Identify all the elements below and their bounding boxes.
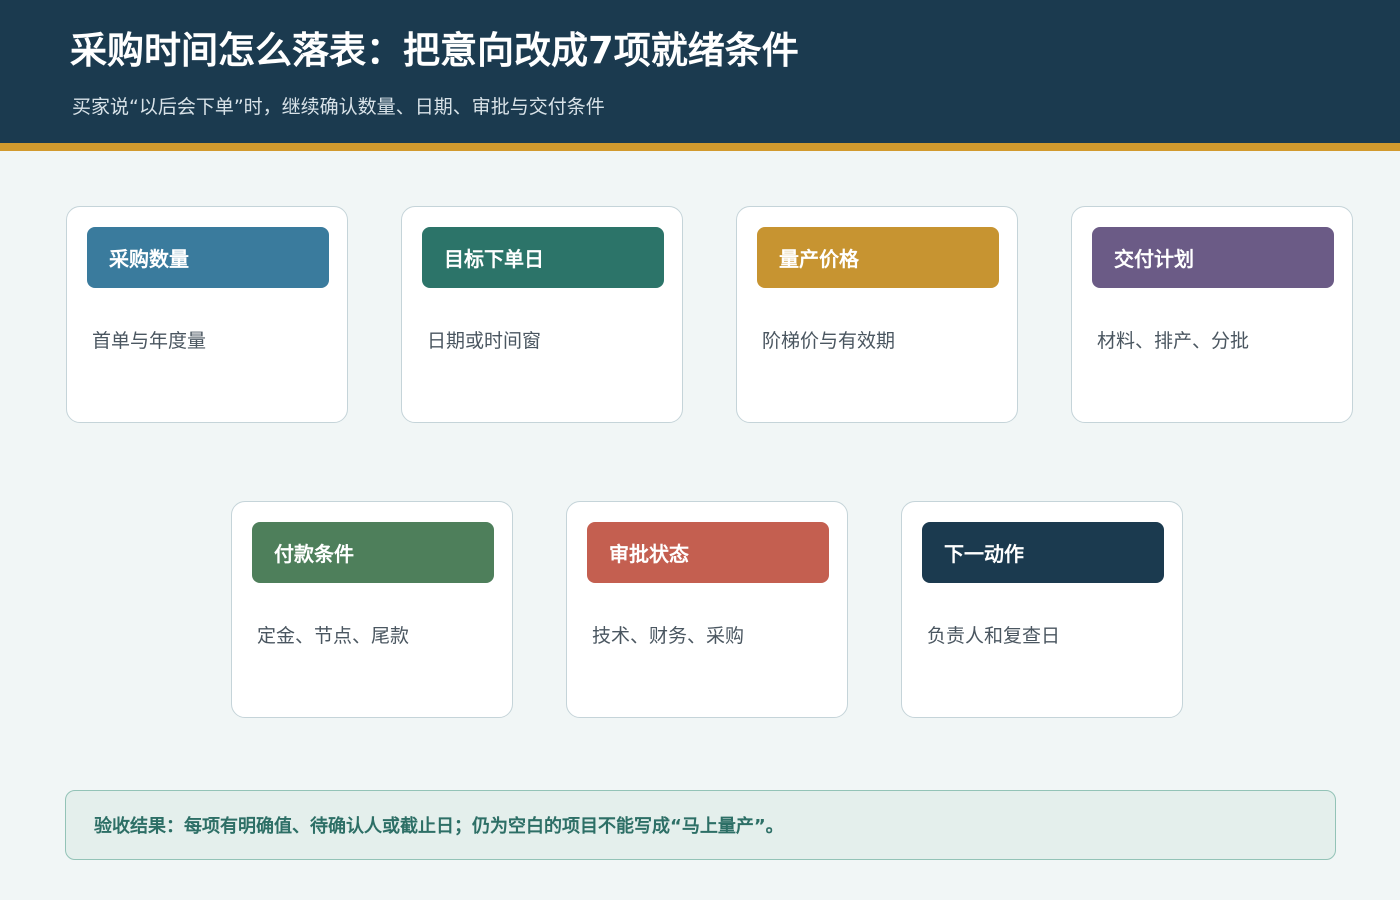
card-mass-production-price: 量产价格 阶梯价与有效期 — [736, 206, 1018, 423]
card-title: 目标下单日 — [444, 247, 544, 271]
card-title: 采购数量 — [109, 247, 189, 271]
card-approval-status: 审批状态 技术、财务、采购 — [566, 501, 848, 718]
card-description: 负责人和复查日 — [927, 625, 1061, 647]
card-header: 交付计划 — [1092, 227, 1334, 288]
card-header: 付款条件 — [252, 522, 494, 583]
card-target-order-date: 目标下单日 日期或时间窗 — [401, 206, 683, 423]
header-banner: 采购时间怎么落表：把意向改成7项就绪条件 买家说“以后会下单”时，继续确认数量、… — [0, 0, 1400, 143]
accent-divider — [0, 143, 1400, 151]
card-delivery-plan: 交付计划 材料、排产、分批 — [1071, 206, 1353, 423]
card-purchase-quantity: 采购数量 首单与年度量 — [66, 206, 348, 423]
card-title: 交付计划 — [1114, 247, 1194, 271]
page-title: 采购时间怎么落表：把意向改成7项就绪条件 — [70, 29, 799, 72]
card-description: 首单与年度量 — [92, 330, 207, 352]
card-payment-terms: 付款条件 定金、节点、尾款 — [231, 501, 513, 718]
card-title: 审批状态 — [609, 542, 689, 566]
card-description: 定金、节点、尾款 — [257, 625, 410, 647]
card-description: 技术、财务、采购 — [592, 625, 745, 647]
card-description: 材料、排产、分批 — [1097, 330, 1250, 352]
card-title: 量产价格 — [779, 247, 859, 271]
page-subtitle: 买家说“以后会下单”时，继续确认数量、日期、审批与交付条件 — [72, 96, 605, 118]
card-header: 采购数量 — [87, 227, 329, 288]
card-description: 阶梯价与有效期 — [762, 330, 896, 352]
card-title: 付款条件 — [274, 542, 354, 566]
acceptance-note: 验收结果：每项有明确值、待确认人或截止日；仍为空白的项目不能写成“马上量产”。 — [65, 790, 1336, 860]
card-header: 目标下单日 — [422, 227, 664, 288]
card-next-action: 下一动作 负责人和复查日 — [901, 501, 1183, 718]
acceptance-note-text: 验收结果：每项有明确值、待确认人或截止日；仍为空白的项目不能写成“马上量产”。 — [94, 816, 784, 837]
card-header: 量产价格 — [757, 227, 999, 288]
card-header: 审批状态 — [587, 522, 829, 583]
card-title: 下一动作 — [944, 542, 1024, 566]
card-header: 下一动作 — [922, 522, 1164, 583]
card-description: 日期或时间窗 — [427, 330, 542, 352]
